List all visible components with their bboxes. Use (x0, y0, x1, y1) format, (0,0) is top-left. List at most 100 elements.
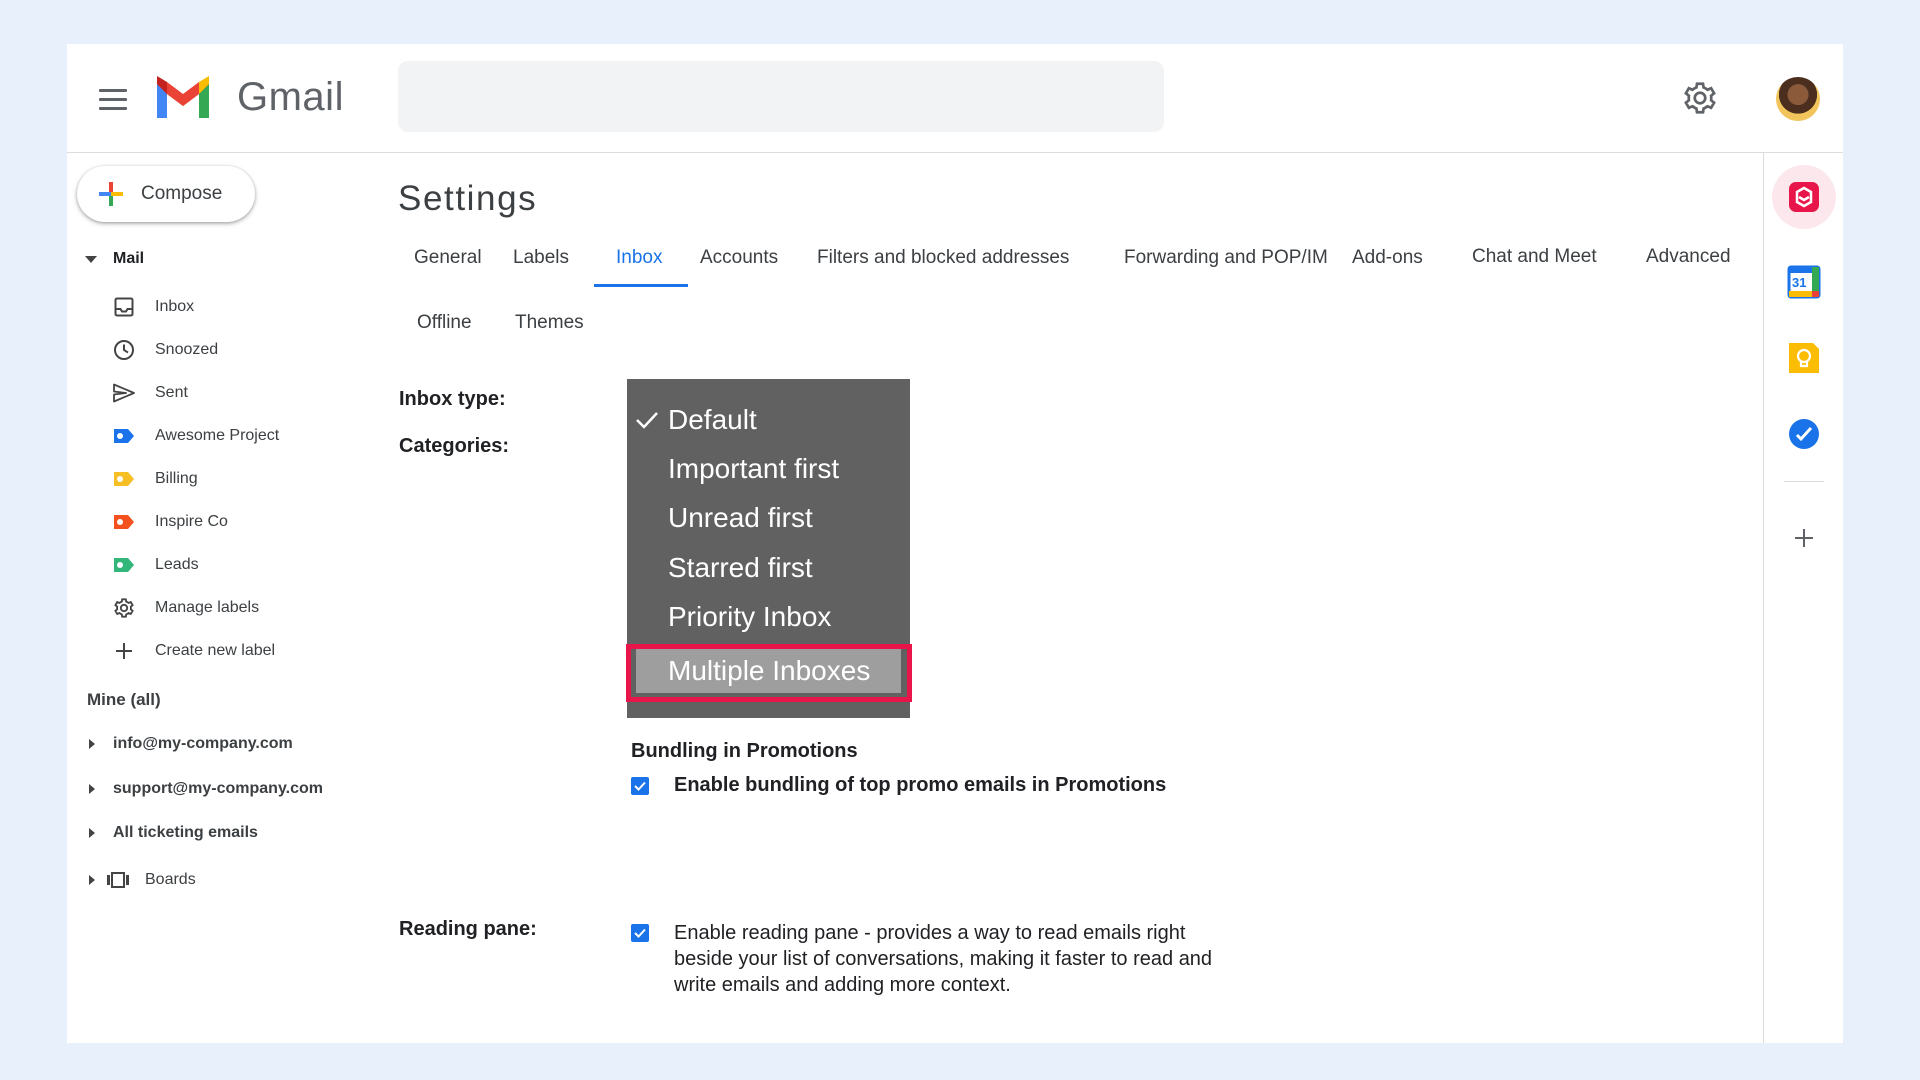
sidebar-item-label: Awesome Project (155, 427, 280, 444)
keep-lightbulb-icon (1789, 343, 1819, 373)
tab-general[interactable]: General (414, 247, 482, 269)
gear-icon (113, 597, 135, 619)
sidebar-item-label: Inspire Co (155, 513, 228, 530)
chevron-right-icon (89, 784, 95, 794)
calendar-day: 31 (1792, 275, 1807, 290)
gmail-window: Gmail Compose Mail Inbox Snoozed Sent Aw… (67, 44, 1843, 1043)
label-icon (113, 468, 135, 490)
compose-label: Compose (141, 183, 223, 204)
sidebar-item-create-new-label[interactable]: Create new label (113, 636, 275, 666)
compose-plus-icon (99, 182, 123, 206)
inbox-type-option-unread-first[interactable]: Unread first (627, 494, 910, 542)
tab-inbox[interactable]: Inbox (616, 247, 662, 269)
clock-icon (113, 339, 135, 361)
description-line: Enable reading pane - provides a way to … (674, 922, 1186, 944)
tab-themes[interactable]: Themes (515, 312, 584, 334)
top-bar: Gmail (67, 44, 1843, 153)
settings-gear-icon[interactable] (1682, 80, 1718, 116)
compose-button[interactable]: Compose (77, 166, 255, 222)
send-icon (113, 382, 135, 404)
tasks-icon (1789, 419, 1819, 449)
check-icon (634, 781, 646, 791)
chevron-right-icon (89, 828, 95, 838)
option-label: Default (668, 404, 757, 435)
search-input[interactable] (398, 61, 1164, 132)
chevron-down-icon (85, 255, 97, 263)
reading-pane-checkbox[interactable] (631, 924, 649, 942)
active-tab-indicator (594, 284, 688, 287)
bundling-checkbox[interactable] (631, 777, 649, 795)
option-label: Unread first (668, 502, 813, 533)
sidebar-item-label: Manage labels (155, 599, 260, 616)
side-app-tasks[interactable] (1788, 418, 1820, 450)
boards-icon (107, 872, 129, 888)
account-avatar[interactable] (1776, 77, 1820, 121)
sidebar-item-manage-labels[interactable]: Manage labels (113, 593, 259, 623)
sidebar-item-billing[interactable]: Billing (113, 464, 198, 494)
inbox-type-option-starred-first[interactable]: Starred first (627, 544, 910, 592)
inbox-type-option-multiple-inboxes[interactable]: Multiple Inboxes (636, 649, 901, 693)
side-app-keep[interactable] (1787, 341, 1821, 375)
side-panel-add-button[interactable] (1794, 528, 1814, 548)
label-icon (113, 554, 135, 576)
tab-forwarding[interactable]: Forwarding and POP/IM (1124, 247, 1338, 269)
sidebar-item-boards[interactable]: Boards (89, 868, 196, 892)
account-all-ticketing[interactable]: All ticketing emails (89, 821, 258, 845)
account-label: support@my-company.com (113, 780, 323, 797)
sidebar-item-sent[interactable]: Sent (113, 378, 188, 408)
inbox-type-option-default[interactable]: Default (627, 396, 910, 444)
inbox-type-label: Inbox type: (399, 388, 506, 410)
option-label: Important first (668, 453, 840, 484)
sidebar-item-inspire-co[interactable]: Inspire Co (113, 507, 228, 537)
sidebar-item-inbox[interactable]: Inbox (113, 292, 194, 322)
brand-name: Gmail (237, 75, 344, 119)
inbox-icon (113, 296, 135, 318)
description-line: write emails and adding more context. (674, 974, 1011, 996)
reading-pane-description: Enable reading pane - provides a way to … (674, 920, 1212, 998)
account-label: info@my-company.com (113, 735, 293, 752)
side-app-calendar[interactable]: 31 (1787, 265, 1821, 299)
option-label: Starred first (668, 552, 813, 583)
option-label: Multiple Inboxes (668, 655, 871, 686)
side-app-hiver[interactable] (1772, 165, 1836, 229)
tab-labels[interactable]: Labels (513, 247, 569, 269)
tab-chat-and-meet[interactable]: Chat and Meet (1472, 246, 1597, 268)
inbox-type-option-priority-inbox[interactable]: Priority Inbox (627, 593, 910, 641)
chevron-right-icon (89, 739, 95, 749)
plus-icon (1795, 529, 1813, 547)
tab-add-ons[interactable]: Add-ons (1352, 247, 1423, 269)
sidebar-item-awesome-project[interactable]: Awesome Project (113, 421, 279, 451)
tab-offline[interactable]: Offline (417, 312, 472, 334)
label-icon (113, 425, 135, 447)
mine-section-label: Mine (all) (87, 690, 161, 709)
page-title: Settings (398, 179, 538, 218)
sidebar-item-snoozed[interactable]: Snoozed (113, 335, 218, 365)
sidebar-item-label: Sent (155, 384, 188, 401)
inbox-type-dropdown[interactable]: Default Important first Unread first Sta… (627, 379, 910, 718)
boards-label: Boards (145, 871, 196, 888)
sidebar-item-label: Inbox (155, 298, 195, 315)
side-panel-divider (1784, 481, 1824, 482)
label-icon (113, 511, 135, 533)
description-line: beside your list of conversations, makin… (674, 948, 1213, 970)
tab-filters[interactable]: Filters and blocked addresses (817, 247, 1069, 269)
sidebar-item-label: Snoozed (155, 341, 219, 358)
reading-pane-label: Reading pane: (399, 918, 537, 940)
mail-section-toggle[interactable]: Mail (85, 250, 144, 268)
account-support[interactable]: support@my-company.com (89, 777, 323, 801)
inbox-type-option-important-first[interactable]: Important first (627, 445, 910, 493)
sidebar-item-label: Billing (155, 470, 198, 487)
check-icon (636, 412, 658, 429)
main-menu-button[interactable] (95, 82, 133, 116)
plus-icon (113, 640, 135, 662)
sidebar-item-leads[interactable]: Leads (113, 550, 199, 580)
gmail-logo-icon (157, 76, 209, 118)
tab-accounts[interactable]: Accounts (700, 247, 778, 269)
check-icon (634, 928, 646, 938)
bundling-heading: Bundling in Promotions (631, 740, 858, 762)
tab-advanced[interactable]: Advanced (1646, 246, 1731, 268)
account-info[interactable]: info@my-company.com (89, 732, 293, 756)
chevron-right-icon (89, 875, 95, 885)
bundling-checkbox-label: Enable bundling of top promo emails in P… (674, 774, 1167, 796)
option-label: Priority Inbox (668, 601, 832, 632)
